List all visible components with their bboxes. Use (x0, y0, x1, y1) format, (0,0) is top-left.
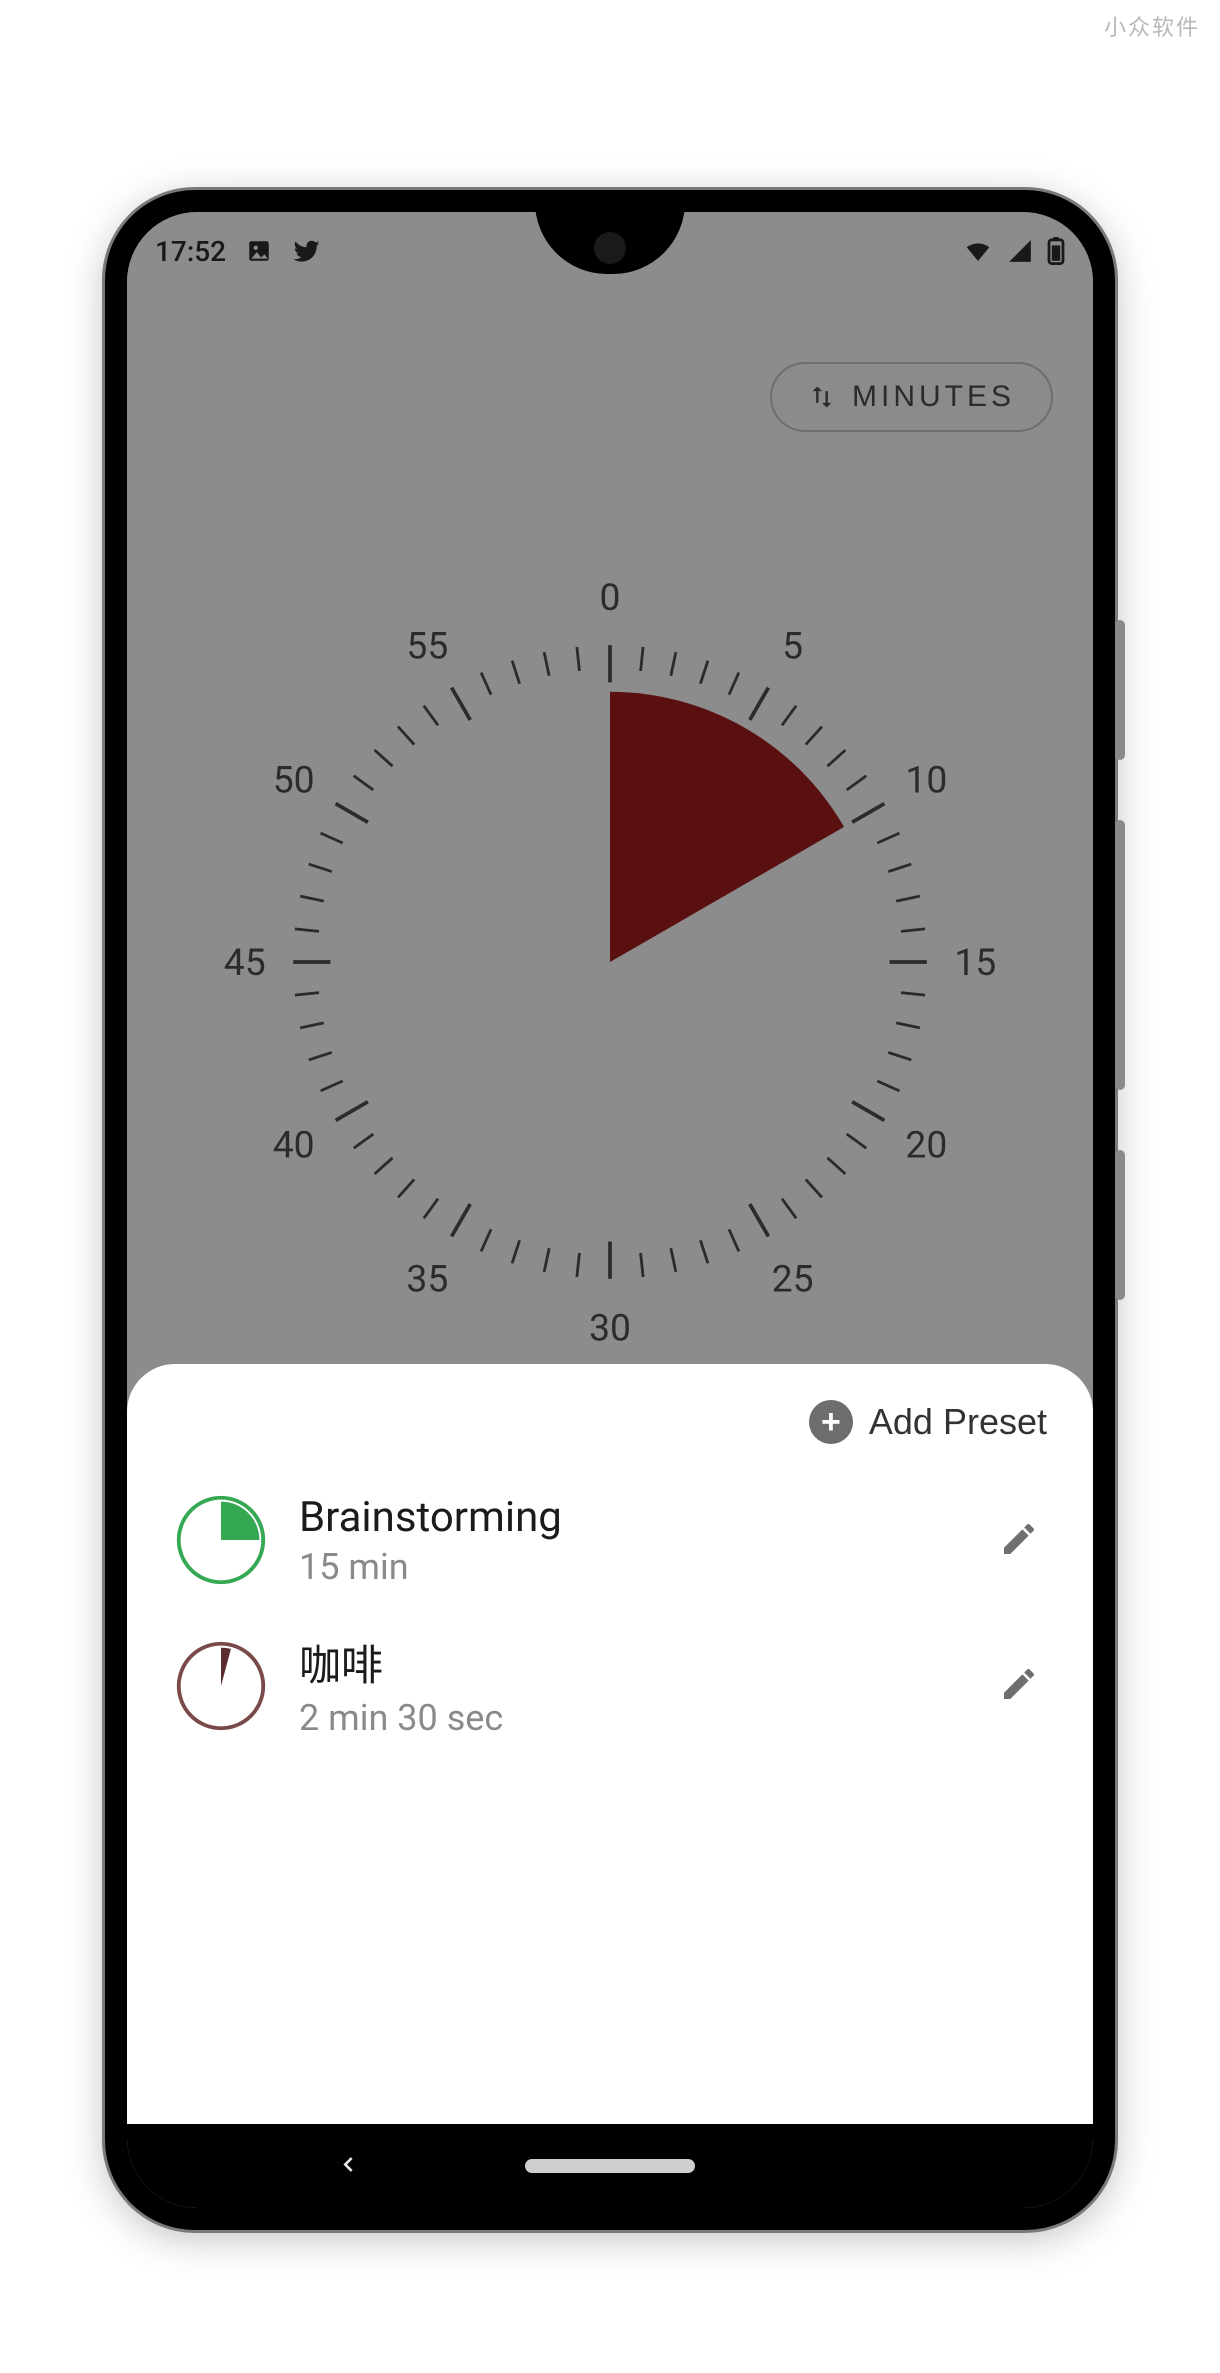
screen: 17:52 (127, 212, 1093, 2208)
add-preset-label: Add Preset (869, 1401, 1047, 1443)
watermark-text: 小众软件 (1104, 10, 1200, 42)
preset-title: Brainstorming (299, 1493, 961, 1542)
phone-side-button (1115, 1150, 1125, 1300)
preset-pie-icon (173, 1638, 269, 1734)
nav-back-icon[interactable] (337, 2149, 359, 2184)
add-preset-button[interactable]: + Add Preset (809, 1400, 1047, 1444)
preset-subtitle: 15 min (299, 1546, 961, 1588)
preset-subtitle: 2 min 30 sec (299, 1697, 961, 1739)
edit-preset-button[interactable] (991, 1658, 1047, 1714)
preset-pie-icon (173, 1492, 269, 1588)
system-nav-bar (127, 2124, 1093, 2208)
phone-frame: 17:52 (105, 190, 1115, 2230)
nav-home-pill[interactable] (525, 2159, 695, 2173)
phone-side-button (1115, 620, 1125, 760)
edit-preset-button[interactable] (991, 1512, 1047, 1568)
phone-side-button (1115, 820, 1125, 1090)
plus-circle-icon: + (809, 1400, 853, 1444)
presets-bottom-sheet: + Add Preset Brainstorming15 min 咖啡2 min… (127, 1364, 1093, 2124)
preset-list: Brainstorming15 min 咖啡2 min 30 sec (167, 1470, 1053, 1761)
preset-title: 咖啡 (299, 1632, 961, 1693)
preset-row[interactable]: 咖啡2 min 30 sec (167, 1610, 1053, 1761)
preset-text: 咖啡2 min 30 sec (299, 1632, 961, 1739)
pencil-icon (999, 1664, 1039, 1704)
preset-text: Brainstorming15 min (299, 1493, 961, 1588)
preset-row[interactable]: Brainstorming15 min (167, 1470, 1053, 1610)
pencil-icon (999, 1519, 1039, 1559)
